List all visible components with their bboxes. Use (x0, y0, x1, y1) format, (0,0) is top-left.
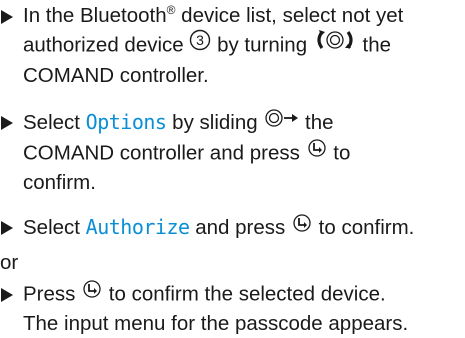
press-controller-icon (291, 212, 313, 242)
step-3-text: Select Authorize and press to confirm. (23, 213, 463, 244)
step-text: to (327, 141, 351, 164)
step-text: COMAND controller. (23, 64, 209, 87)
press-controller-icon (306, 137, 328, 167)
step-text: Select (23, 216, 86, 239)
step-text: confirm. (23, 170, 96, 194)
menu-item-options: Options (85, 110, 167, 134)
step-text: by sliding (166, 111, 264, 134)
step-2-text: Select Options by sliding the COMAND con… (23, 108, 463, 197)
press-controller-icon (81, 278, 103, 308)
step-text: the (356, 33, 392, 57)
step-text: Select (23, 111, 86, 134)
step-text: by turning (211, 33, 313, 57)
triangle-bullet-icon (0, 108, 14, 136)
turn-controller-icon (313, 28, 357, 60)
step-text: to confirm. (312, 216, 415, 239)
slide-right-icon (263, 107, 299, 137)
step-text: Press (23, 282, 82, 306)
step-text: COMAND controller and press (23, 141, 306, 164)
circled-number-icon: 3 (189, 29, 211, 59)
step-text: authorized device (23, 33, 190, 57)
menu-item-authorize: Authorize (85, 215, 190, 239)
or-separator: or (0, 251, 19, 274)
step-1-text: In the Bluetooth® device list, select no… (23, 2, 463, 90)
triangle-bullet-icon (0, 2, 14, 30)
triangle-bullet-icon (0, 213, 14, 241)
callout-number: 3 (196, 32, 204, 48)
triangle-bullet-icon (0, 280, 14, 308)
step-text: device list, select not yet (175, 4, 404, 27)
step-text: In the Bluetooth (23, 4, 167, 27)
step-text: and press (189, 216, 291, 239)
step-text: the (299, 111, 334, 134)
instruction-page: In the Bluetooth® device list, select no… (0, 0, 465, 335)
step-text: to confirm the selected device. (103, 282, 386, 306)
step-4-text: Press to confirm the selected device. Th… (23, 280, 463, 338)
